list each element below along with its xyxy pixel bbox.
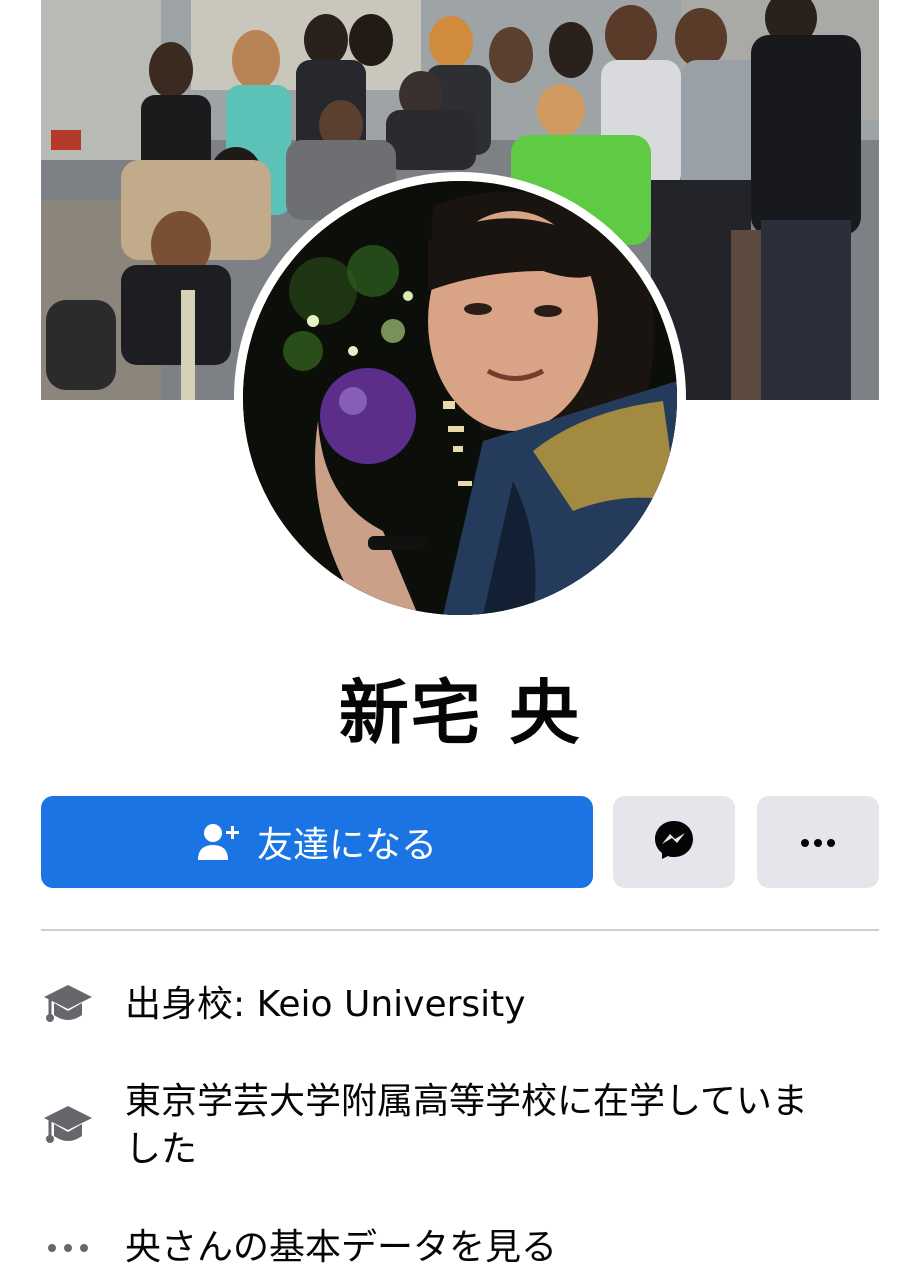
profile-avatar[interactable] xyxy=(243,181,677,615)
see-about-info-link[interactable]: 央さんの基本データを見る xyxy=(41,1220,879,1276)
divider xyxy=(41,929,879,931)
messenger-icon xyxy=(653,819,695,865)
more-button[interactable] xyxy=(757,796,879,888)
intro-item-text: 出身校: Keio University xyxy=(125,984,526,1025)
intro-item-text: 東京学芸大学附属高等学校に在学していました xyxy=(125,1081,808,1170)
more-dots-icon xyxy=(41,1221,95,1275)
education-icon xyxy=(41,978,95,1032)
education-icon xyxy=(41,1099,95,1153)
add-friend-button[interactable]: 友達になる xyxy=(41,796,593,888)
more-dots-icon xyxy=(800,833,836,852)
intro-item-text: 央さんの基本データを見る xyxy=(125,1227,558,1268)
intro-item-education: 出身校: Keio University xyxy=(41,975,879,1035)
profile-name: 新宅 央 xyxy=(338,672,582,754)
add-friend-icon xyxy=(197,822,241,862)
messenger-button[interactable] xyxy=(613,796,735,888)
profile-photo-image xyxy=(243,181,677,615)
add-friend-label: 友達になる xyxy=(256,825,437,866)
intro-item-high-school: 東京学芸大学附属高等学校に在学していました xyxy=(41,1078,879,1174)
